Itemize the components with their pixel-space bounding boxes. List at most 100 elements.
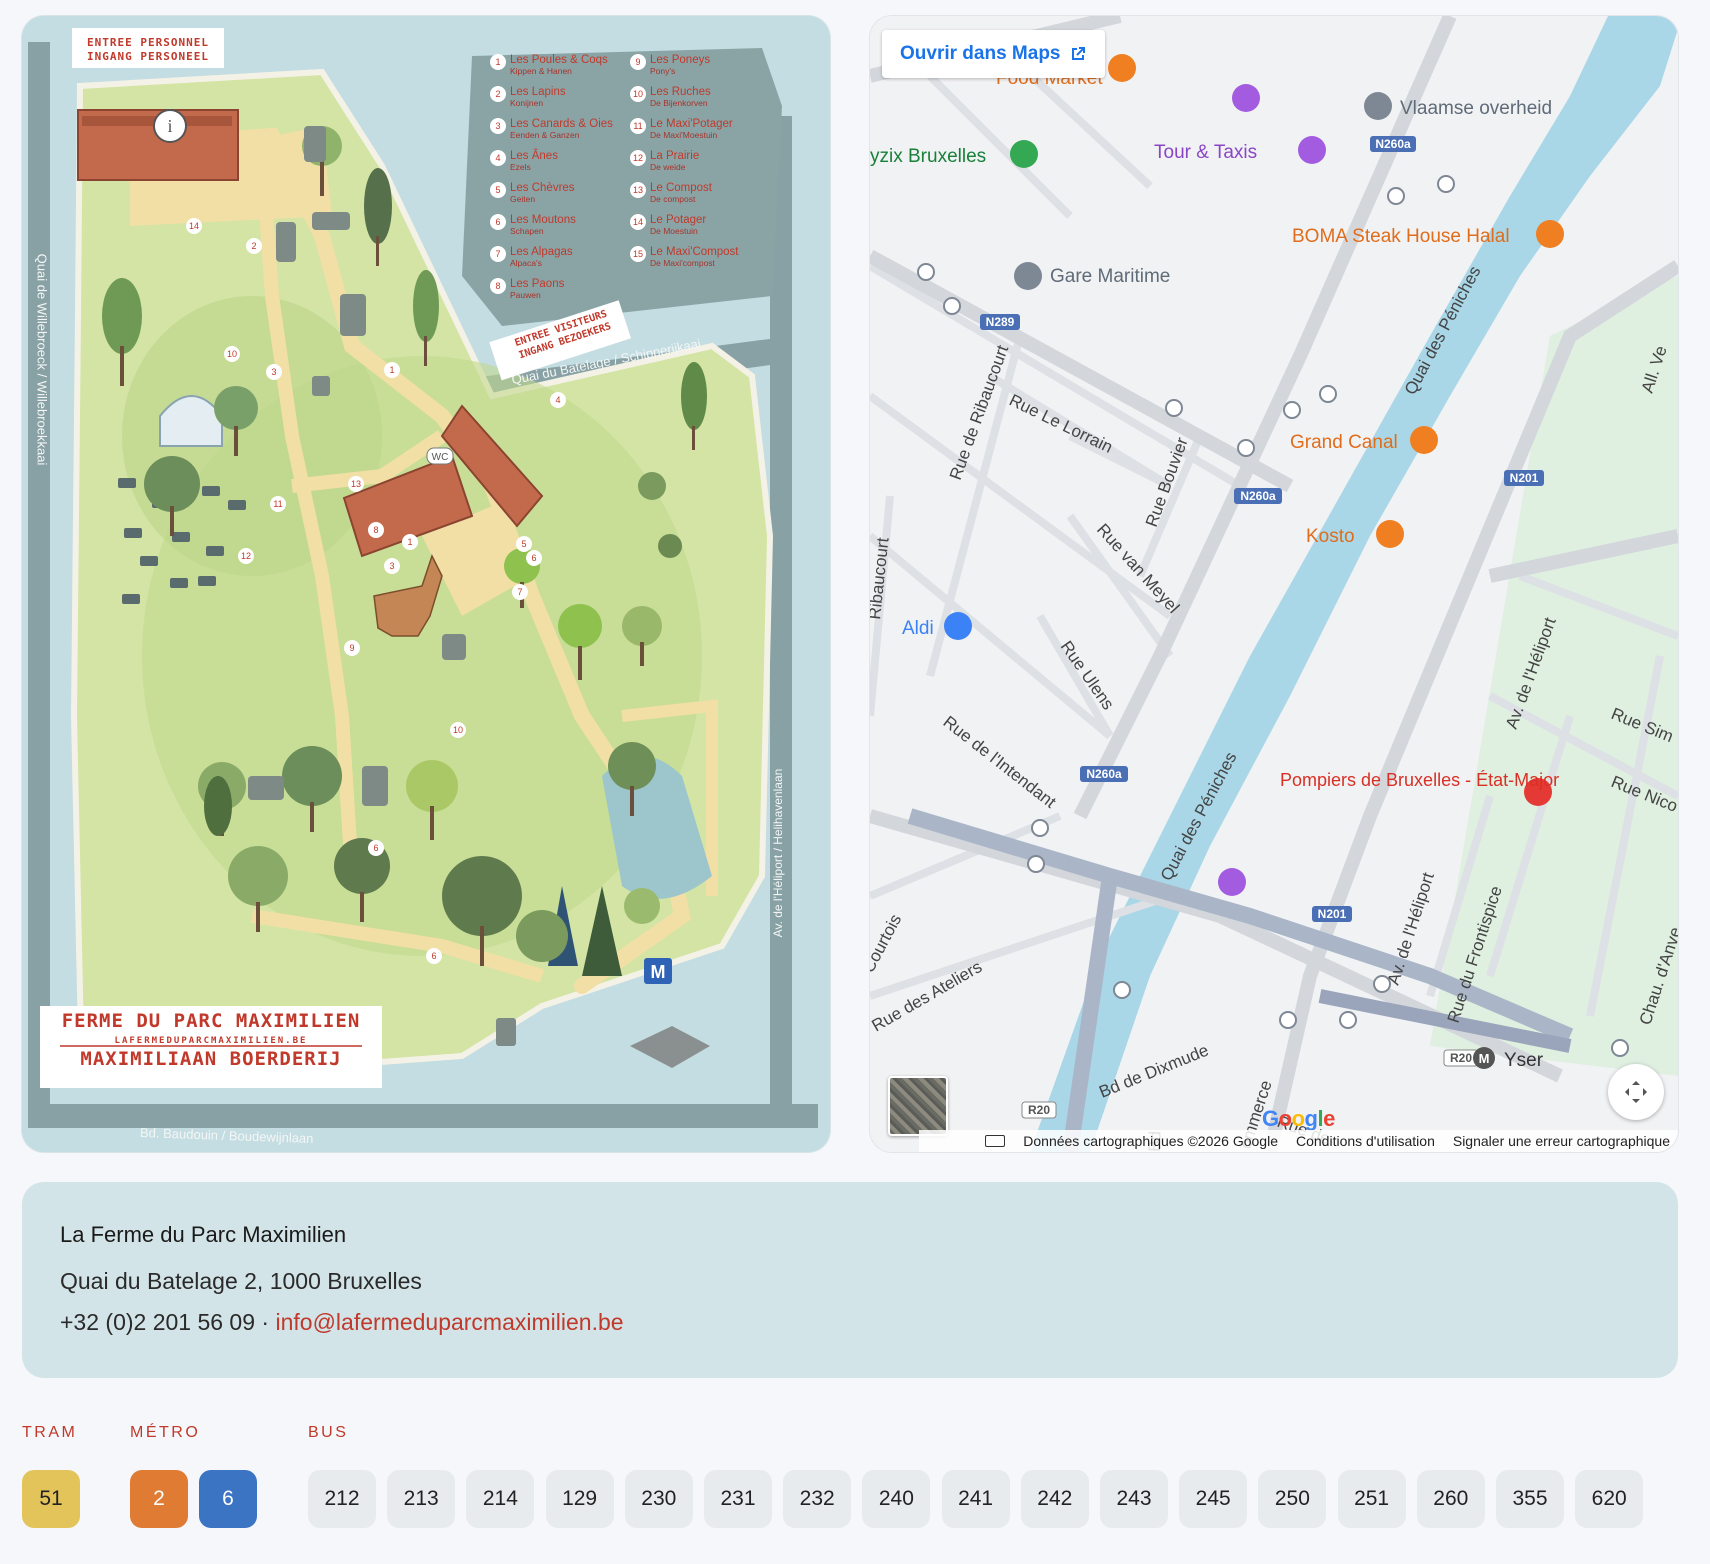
legend-number: 8 xyxy=(490,278,506,294)
legend-label-fr: Les Lapins xyxy=(510,86,566,98)
pin-gare-maritime-icon xyxy=(1014,262,1042,290)
legend-number: 9 xyxy=(630,54,646,70)
legend-text: Les Alpagas Alpaca's xyxy=(510,246,573,268)
terms-link[interactable]: Conditions d'utilisation xyxy=(1296,1133,1435,1149)
bus-line-chip[interactable]: 230 xyxy=(624,1470,693,1528)
pin-grand-canal-icon xyxy=(1410,426,1438,454)
bus-line-chip[interactable]: 231 xyxy=(704,1470,772,1528)
svg-text:1: 1 xyxy=(407,537,412,547)
legend-label-fr: Le Maxi'Compost xyxy=(650,246,739,258)
metro-label: MÉTRO xyxy=(130,1424,201,1441)
google-watermark-letter: e xyxy=(1323,1106,1335,1131)
bus-line-chip[interactable]: 212 xyxy=(308,1470,376,1528)
illustrated-park-map[interactable]: i WC 14 2 10 3 1 4 13 11 12 8 1 3 5 6 7 … xyxy=(22,16,830,1152)
legend-label-fr: Les Paons xyxy=(510,278,565,290)
bus-line-chip[interactable]: 240 xyxy=(862,1470,931,1528)
legend-text: Le Maxi'Potager De Maxi'Moestuin xyxy=(650,118,733,140)
bus-line-chip[interactable]: 620 xyxy=(1575,1470,1644,1528)
satellite-toggle-thumbnail[interactable] xyxy=(888,1076,948,1136)
svg-text:5: 5 xyxy=(521,539,526,549)
legend-number: 13 xyxy=(630,182,646,198)
legend-label-nl: De Moestuin xyxy=(650,226,698,236)
poi-gare-maritime[interactable]: Gare Maritime xyxy=(1050,266,1170,287)
shield-n260a-2: N260a xyxy=(1240,489,1276,503)
svg-text:1: 1 xyxy=(389,365,394,375)
legend-list: 1 Les Poules & Coqs Kippen & Hanen 2 Les Lap… xyxy=(490,54,770,324)
legend-item: 6 Les Moutons Schapen xyxy=(490,214,630,246)
report-error-link[interactable]: Signaler une erreur cartographique xyxy=(1453,1133,1670,1149)
bus-line-chip[interactable]: 213 xyxy=(387,1470,456,1528)
legend-item: 8 Les Paons Pauwen xyxy=(490,278,630,310)
fullscreen-button[interactable] xyxy=(1608,1064,1664,1120)
svg-text:3: 3 xyxy=(271,367,276,377)
svg-text:7: 7 xyxy=(517,587,522,597)
brand-block: FERME DU PARC MAXIMILIEN LAFERMEDUPARCMA… xyxy=(40,1010,382,1070)
bus-line-chip[interactable]: 243 xyxy=(1100,1470,1168,1528)
poi-boma[interactable]: BOMA Steak House Halal xyxy=(1292,226,1510,247)
tram-line-chip[interactable]: 51 xyxy=(22,1470,80,1528)
legend-text: Les Ruches De Bijenkorven xyxy=(650,86,711,108)
bus-line-chip[interactable]: 355 xyxy=(1496,1470,1564,1528)
poi-tour-taxis[interactable]: Tour & Taxis xyxy=(1154,142,1257,163)
legend-item: 7 Les Alpagas Alpaca's xyxy=(490,246,630,278)
google-watermark-text: Google xyxy=(1262,1106,1335,1131)
legend-label-nl: De weide xyxy=(650,162,686,172)
shield-n201-1: N201 xyxy=(1510,471,1539,485)
google-map-canvas[interactable]: N260a N289 N260a N201 N260a N201 R20 R20 xyxy=(870,16,1678,1152)
legend-number: 3 xyxy=(490,118,506,134)
svg-text:4: 4 xyxy=(555,395,560,405)
legend-number: 15 xyxy=(630,246,646,262)
shield-n289: N289 xyxy=(986,315,1015,329)
poi-vlaamse-overheid[interactable]: Vlaamse overheid xyxy=(1400,98,1552,119)
contact-line: +32 (0)2 201 56 09 · info@lafermeduparcm… xyxy=(60,1309,1640,1336)
legend-label-fr: Le Maxi'Potager xyxy=(650,118,733,130)
legend-label-fr: Les Poneys xyxy=(650,54,711,66)
legend-number: 7 xyxy=(490,246,506,262)
svg-text:2: 2 xyxy=(251,241,256,251)
svg-text:i: i xyxy=(167,116,172,136)
tram-label: TRAM xyxy=(22,1424,78,1441)
svg-text:M: M xyxy=(1479,1051,1490,1066)
keyboard-shortcuts-icon[interactable] xyxy=(985,1135,1006,1147)
poi-yser[interactable]: Yser xyxy=(1504,1050,1544,1071)
pin-place-icon xyxy=(1010,140,1038,168)
svg-text:3: 3 xyxy=(389,561,394,571)
legend-text: La Prairie De weide xyxy=(650,150,699,172)
bus-line-chip[interactable]: 260 xyxy=(1416,1470,1485,1528)
bus-line-chip[interactable]: 232 xyxy=(783,1470,852,1528)
google-map-embed[interactable]: N260a N289 N260a N201 N260a N201 R20 R20 xyxy=(870,16,1678,1152)
bus-line-chip[interactable]: 251 xyxy=(1337,1470,1406,1528)
legend-label-fr: Les Moutons xyxy=(510,214,576,226)
legend-label-fr: Le Potager xyxy=(650,214,707,226)
poi-grand-canal[interactable]: Grand Canal xyxy=(1290,432,1398,453)
poi-pompiers[interactable]: Pompiers de Bruxelles - État-Major xyxy=(1280,770,1559,790)
legend-number: 12 xyxy=(630,150,646,166)
open-in-maps-label: Ouvrir dans Maps xyxy=(900,43,1061,64)
email-link[interactable]: info@lafermeduparcmaximilien.be xyxy=(275,1309,623,1335)
legend-number: 2 xyxy=(490,86,506,102)
legend-number: 14 xyxy=(630,214,646,230)
bus-line-chip[interactable]: 250 xyxy=(1258,1470,1327,1528)
bus-line-chip[interactable]: 214 xyxy=(466,1470,535,1528)
legend-text: Les Ânes Ezels xyxy=(510,150,558,172)
legend-label-fr: Les Chèvres xyxy=(510,182,575,194)
legend-item: 2 Les Lapins Konijnen xyxy=(490,86,630,118)
open-in-maps-button[interactable]: Ouvrir dans Maps xyxy=(882,30,1105,78)
poi-kosto[interactable]: Kosto xyxy=(1306,526,1355,547)
bus-line-chip[interactable]: 129 xyxy=(545,1470,614,1528)
poi-aldi[interactable]: Aldi xyxy=(902,618,934,639)
bus-line-chip[interactable]: 245 xyxy=(1179,1470,1248,1528)
street-west xyxy=(28,42,50,1122)
contact-card: La Ferme du Parc Maximilien Quai du Bate… xyxy=(22,1182,1678,1378)
bus-line-chip[interactable]: 242 xyxy=(1020,1470,1089,1528)
google-watermark-letter: o xyxy=(1278,1106,1292,1131)
google-watermark: Google xyxy=(1262,1106,1335,1132)
bus-line-chip[interactable]: 241 xyxy=(941,1470,1010,1528)
fullscreen-icon xyxy=(1625,1081,1647,1103)
poi-yzix[interactable]: yzix Bruxelles xyxy=(870,146,986,167)
metro-line-chip[interactable]: 6 xyxy=(199,1470,257,1528)
metro-line-chip[interactable]: 2 xyxy=(130,1470,188,1528)
legend-label-nl: Pauwen xyxy=(510,290,541,300)
phone-number[interactable]: +32 (0)2 201 56 09 xyxy=(60,1309,255,1335)
legend-label-nl: De compost xyxy=(650,194,696,204)
